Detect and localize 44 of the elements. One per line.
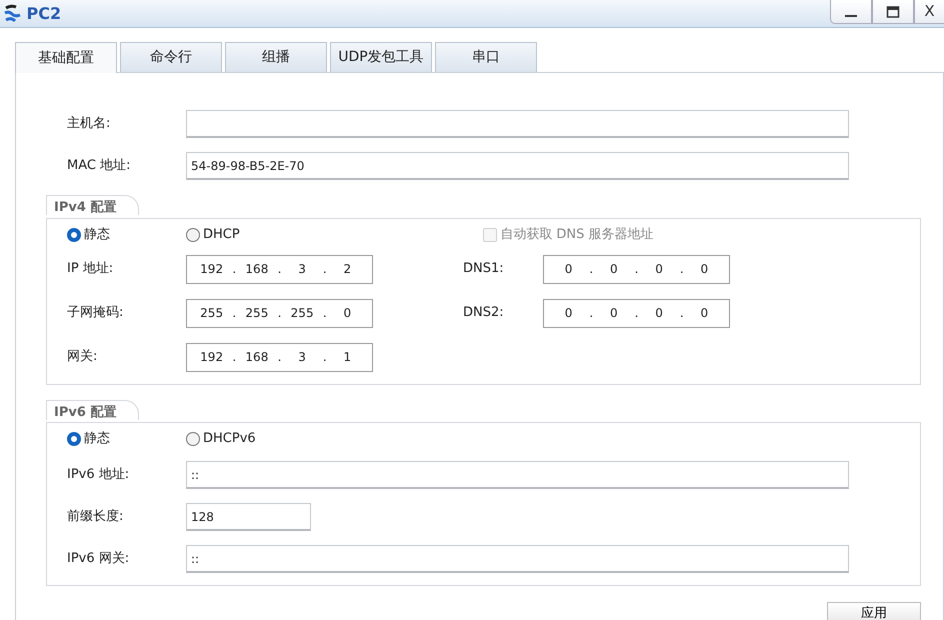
window-title: PC2 (26, 3, 62, 25)
field-label: 网关: (67, 348, 98, 366)
checkbox-label: 自动获取 DNS 服务器地址 (500, 226, 654, 244)
field-label: DNS1: (463, 260, 505, 278)
radio-button[interactable] (67, 432, 81, 446)
radio-label: 静态 (84, 226, 110, 244)
field-label: 子网掩码: (67, 304, 124, 322)
radio-label: 静态 (84, 430, 110, 448)
mac-field[interactable]: 54-89-98-B5-2E-70 (186, 152, 849, 180)
tab[interactable]: UDP发包工具 (330, 42, 432, 72)
maximize-button[interactable] (872, 0, 914, 24)
ip-address-field[interactable]: 0 . 0 . 0 . 0 (543, 298, 730, 328)
hostname-field[interactable] (186, 110, 849, 138)
tab[interactable]: 命令行 (120, 42, 222, 72)
close-button[interactable]: X (914, 0, 944, 24)
minimize-icon (845, 14, 857, 16)
apply-button[interactable]: 应用 (827, 602, 921, 620)
ipv6-address-field[interactable]: :: (186, 545, 849, 573)
prefix-length-field[interactable]: 128 (186, 503, 311, 531)
ip-address-field[interactable]: 192 . 168 . 3 . 1 (186, 342, 373, 372)
ip-address-field[interactable]: 0 . 0 . 0 . 0 (543, 254, 730, 284)
field-label: IPv6 网关: (67, 550, 130, 568)
group-title: IPv6 配置 (46, 400, 140, 420)
app-icon (3, 4, 24, 24)
minimize-button[interactable] (830, 0, 872, 24)
field-label: IP 地址: (67, 260, 114, 278)
maximize-icon (886, 4, 900, 18)
ip-address-field[interactable]: 192 . 168 . 3 . 2 (186, 254, 373, 284)
radio-button[interactable] (186, 432, 200, 446)
field-label: IPv6 地址: (67, 466, 130, 484)
radio-label: DHCPv6 (203, 430, 256, 448)
radio-button[interactable] (67, 228, 81, 242)
ip-address-field[interactable]: 255 . 255 . 255 . 0 (186, 298, 373, 328)
field-label: MAC 地址: (67, 157, 132, 176)
ipv6-address-field[interactable]: :: (186, 461, 849, 489)
field-label: 前缀长度: (67, 508, 124, 526)
group-title: IPv4 配置 (46, 195, 140, 215)
radio-button[interactable] (186, 228, 200, 242)
radio-label: DHCP (203, 226, 240, 244)
tab[interactable]: 基础配置 (15, 42, 117, 73)
field-label: 主机名: (67, 115, 112, 134)
field-label: DNS2: (463, 304, 505, 322)
tab[interactable]: 组播 (225, 42, 327, 72)
tab[interactable]: 串口 (435, 42, 537, 72)
